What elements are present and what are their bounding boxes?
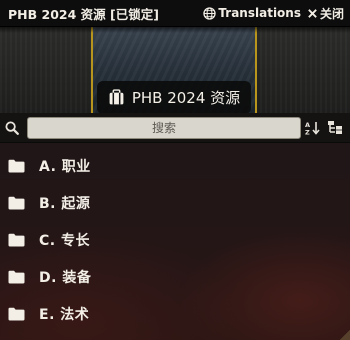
banner-title: PHB 2024 资源 xyxy=(131,89,241,107)
sort-alpha-icon[interactable]: A Z xyxy=(305,121,321,135)
window-resize-handle[interactable] xyxy=(340,330,350,340)
folder-list: A. 职业 B. 起源 C. 专长 D. 装备 E. 法术 xyxy=(0,147,350,332)
collapse-folders-icon[interactable] xyxy=(327,120,343,135)
folder-icon xyxy=(8,307,25,320)
folder-icon xyxy=(8,270,25,283)
folder-label: A. 职业 xyxy=(39,158,91,175)
search-icon xyxy=(5,121,19,135)
compendium-window: PHB 2024 资源 [已锁定] Translations 关闭 PHB 20… xyxy=(0,0,350,340)
folder-item-spells[interactable]: E. 法术 xyxy=(0,295,350,332)
folder-item-classes[interactable]: A. 职业 xyxy=(0,147,350,184)
window-titlebar[interactable]: PHB 2024 资源 [已锁定] Translations 关闭 xyxy=(0,0,350,27)
svg-text:Z: Z xyxy=(305,129,310,136)
search-bar: A Z xyxy=(0,113,350,143)
compendium-banner: PHB 2024 资源 xyxy=(0,27,350,113)
translations-label: Translations xyxy=(218,6,301,20)
search-input[interactable] xyxy=(27,117,301,139)
close-button[interactable]: 关闭 xyxy=(307,5,344,22)
folder-icon xyxy=(8,233,25,246)
folder-label: B. 起源 xyxy=(39,195,91,212)
folder-label: E. 法术 xyxy=(39,306,90,323)
close-icon xyxy=(308,8,317,18)
folder-icon xyxy=(8,196,25,209)
folder-label: D. 装备 xyxy=(39,269,92,286)
folder-label: C. 专长 xyxy=(39,232,90,249)
folder-item-equipment[interactable]: D. 装备 xyxy=(0,258,350,295)
folder-item-feats[interactable]: C. 专长 xyxy=(0,221,350,258)
folder-item-origins[interactable]: B. 起源 xyxy=(0,184,350,221)
book-atlas-icon xyxy=(109,89,124,105)
close-label: 关闭 xyxy=(319,6,344,21)
globe-icon xyxy=(203,6,217,20)
banner-title-plate: PHB 2024 资源 xyxy=(97,81,251,113)
window-title: PHB 2024 资源 [已锁定] xyxy=(8,6,159,22)
translations-button[interactable]: Translations xyxy=(203,6,301,20)
folder-icon xyxy=(8,159,25,172)
